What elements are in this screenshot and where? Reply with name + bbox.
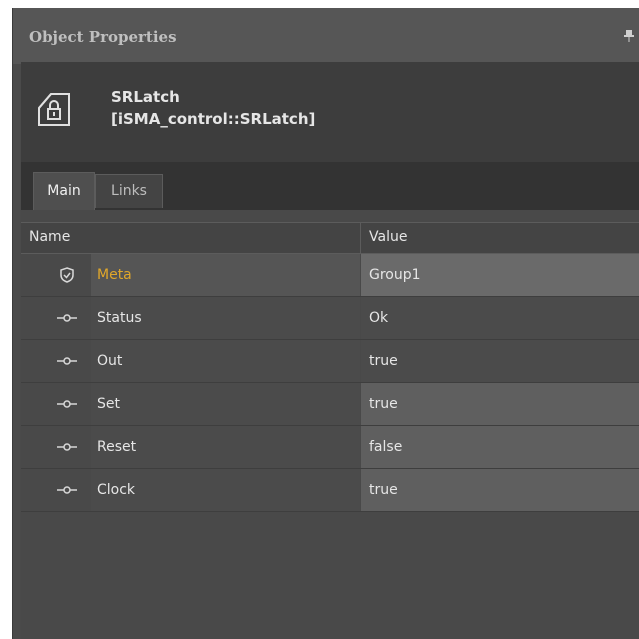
column-header-name[interactable]: Name	[29, 229, 70, 245]
slot-connector-icon	[53, 439, 81, 455]
object-header: SRLatch [iSMA_control::SRLatch]	[21, 62, 639, 162]
property-row-set[interactable]: Set true	[21, 383, 639, 426]
slot-connector-icon	[53, 482, 81, 498]
panel-title: Object Properties	[29, 28, 177, 46]
property-name: Clock	[91, 469, 360, 511]
property-row-status[interactable]: Status Ok	[21, 297, 639, 340]
grid-header: Name Value	[21, 222, 639, 254]
property-rows: Meta Group1 Status Ok Out true Set true …	[21, 254, 639, 512]
pin-icon[interactable]	[624, 28, 634, 42]
tab-links[interactable]: Links	[95, 174, 163, 208]
property-row-meta[interactable]: Meta Group1	[21, 254, 639, 297]
property-grid: Name Value Meta Group1 Status Ok Out tru…	[21, 210, 639, 639]
property-value[interactable]: true	[361, 340, 639, 382]
property-value[interactable]: true	[361, 383, 639, 425]
slot-connector-icon	[53, 310, 81, 326]
object-type: [iSMA_control::SRLatch]	[111, 110, 316, 128]
slot-connector-icon	[53, 396, 81, 412]
slot-connector-icon	[53, 353, 81, 369]
column-header-value[interactable]: Value	[369, 229, 407, 245]
object-name: SRLatch	[111, 88, 180, 106]
property-name: Status	[91, 297, 360, 339]
column-separator[interactable]	[360, 223, 361, 253]
property-value[interactable]: true	[361, 469, 639, 511]
property-name: Meta	[91, 254, 360, 296]
property-value[interactable]: Ok	[361, 297, 639, 339]
shield-icon	[53, 267, 81, 283]
property-value[interactable]: false	[361, 426, 639, 468]
object-properties-panel: Object Properties SRLatch [iSMA_control:…	[12, 8, 639, 639]
tab-strip: Main Links	[21, 162, 639, 210]
property-value[interactable]: Group1	[361, 254, 639, 296]
srlatch-object-icon	[37, 90, 71, 126]
property-row-out[interactable]: Out true	[21, 340, 639, 383]
property-row-clock[interactable]: Clock true	[21, 469, 639, 512]
property-row-reset[interactable]: Reset false	[21, 426, 639, 469]
panel-titlebar: Object Properties	[13, 8, 639, 64]
tab-main[interactable]: Main	[33, 172, 95, 210]
property-name: Set	[91, 383, 360, 425]
property-name: Out	[91, 340, 360, 382]
property-name: Reset	[91, 426, 360, 468]
